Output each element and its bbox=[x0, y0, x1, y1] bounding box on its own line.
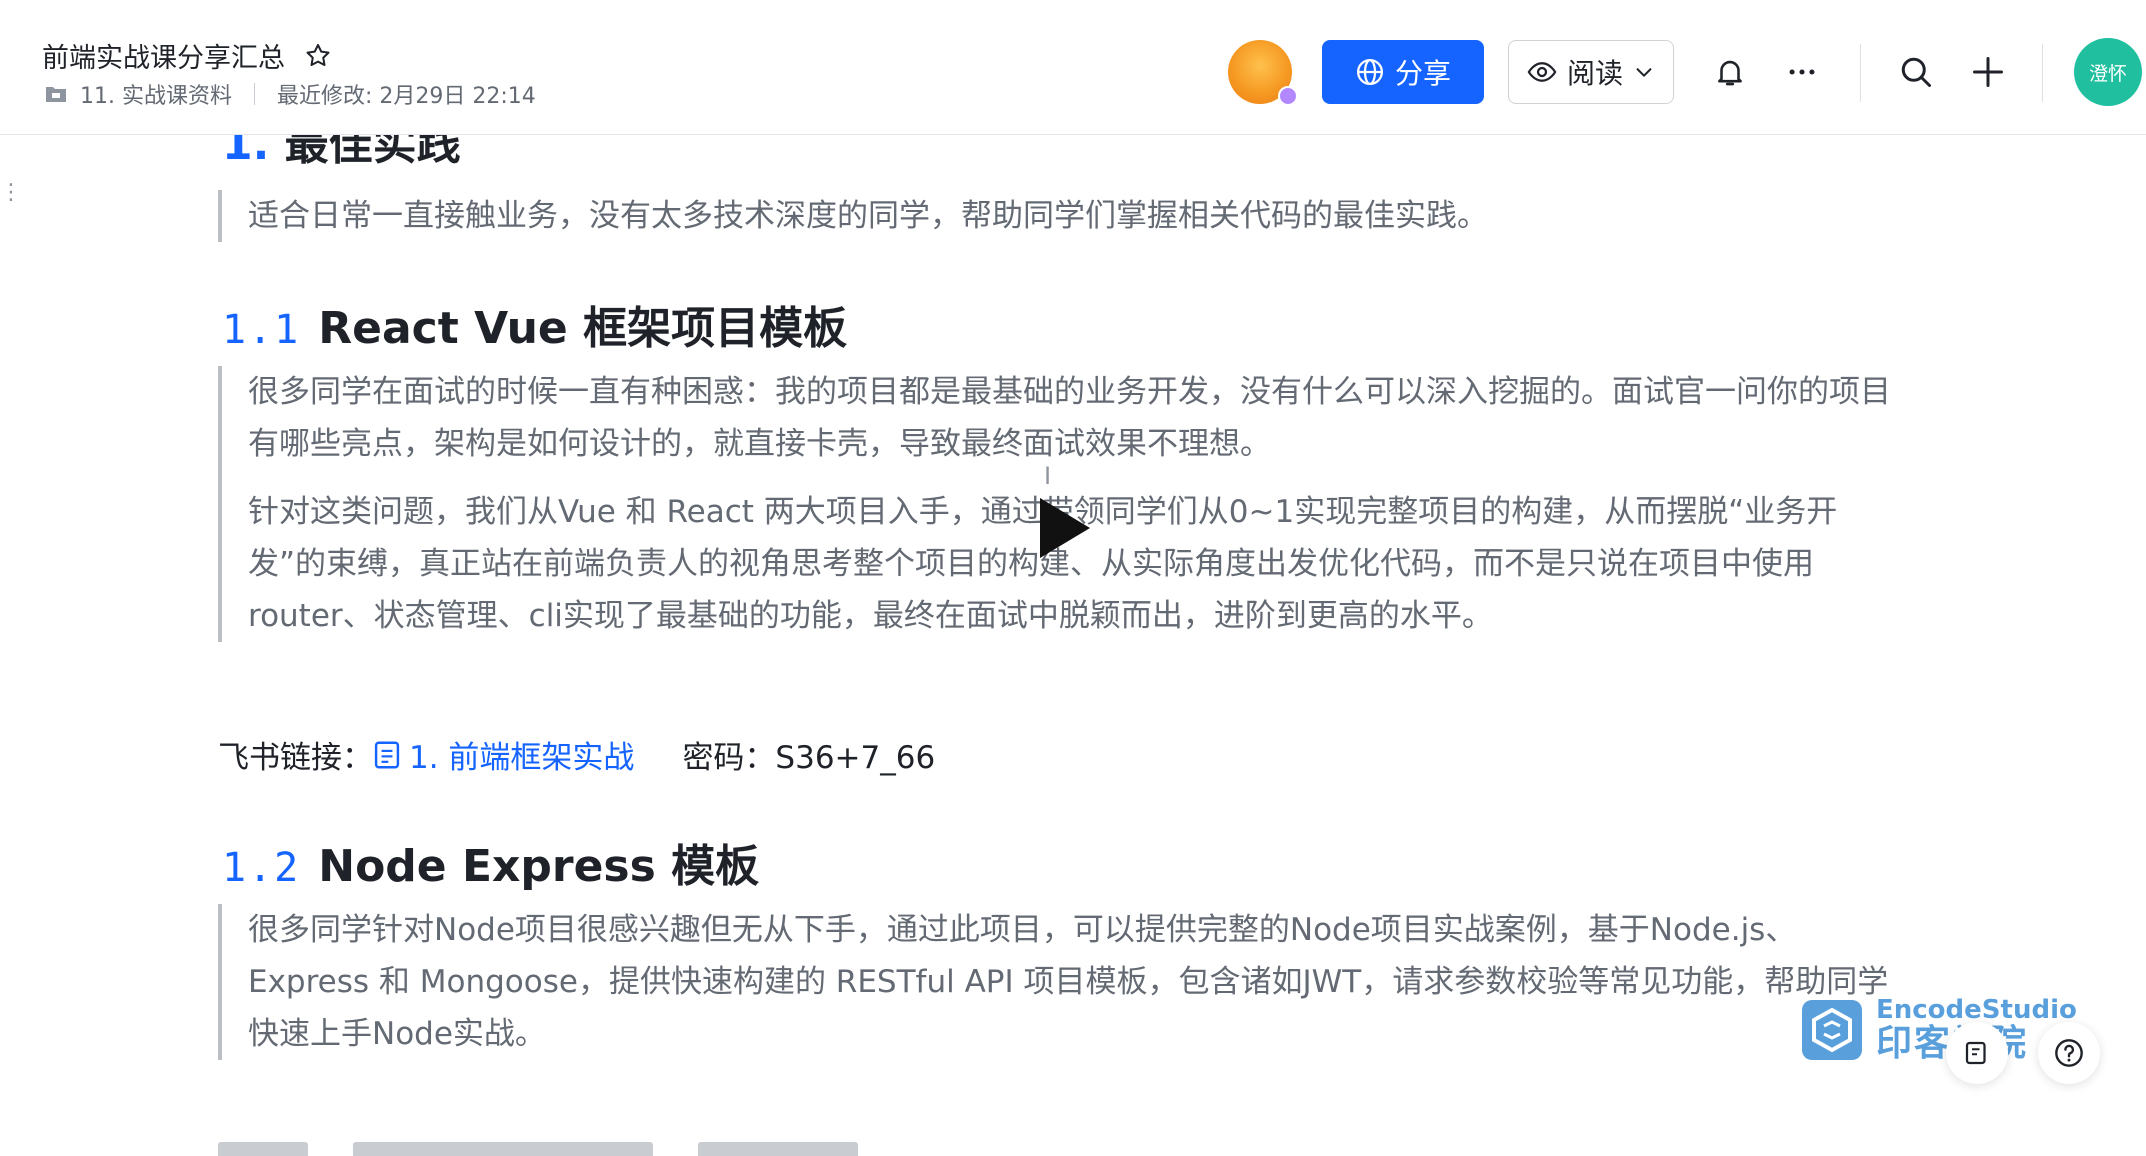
search-icon bbox=[1901, 57, 1931, 87]
heading-number: 1.1 bbox=[222, 307, 301, 353]
cut-off-link-row bbox=[218, 1142, 918, 1156]
quote-paragraph: 很多同学在面试的时候一直有种困惑：我的项目都是最基础的业务开发，没有什么可以深入… bbox=[248, 374, 1891, 462]
feishu-doc-link[interactable]: 1. 前端框架实战 bbox=[373, 732, 634, 777]
quote-paragraph: 很多同学针对Node项目很感兴趣但无从下手，通过此项目，可以提供完整的Node项… bbox=[248, 912, 1889, 1052]
online-status-dot bbox=[1278, 86, 1298, 106]
help-button[interactable] bbox=[2038, 1022, 2100, 1084]
text-cursor-icon: I bbox=[1044, 462, 1052, 490]
header-divider bbox=[1860, 44, 1861, 102]
folder-icon bbox=[46, 87, 66, 102]
text-fragment bbox=[698, 1142, 859, 1156]
folder-link[interactable]: 11. 实战课资料 bbox=[80, 78, 232, 110]
last-modified: 最近修改: 2月29日 22:14 bbox=[276, 84, 536, 109]
doc-content: 1. 最佳实践 适合日常一直接触业务，没有太多技术深度的同学，帮助同学们掌握相关… bbox=[0, 0, 2146, 1156]
watermark-line1: EncodeStudio bbox=[1876, 995, 2077, 1025]
watermark-logo-icon bbox=[1802, 1000, 1862, 1060]
password-text: 密码：S36+7_66 bbox=[682, 740, 936, 776]
play-icon[interactable] bbox=[1036, 496, 1092, 560]
heading-number: 1.2 bbox=[222, 845, 301, 891]
quote-block: 很多同学针对Node项目很感兴趣但无从下手，通过此项目，可以提供完整的Node项… bbox=[218, 904, 1908, 1060]
quote-block: 适合日常一直接触业务，没有太多技术深度的同学，帮助同学们掌握相关代码的最佳实践。 bbox=[218, 190, 1908, 242]
meta-divider bbox=[253, 83, 255, 105]
more-button[interactable] bbox=[1782, 52, 1822, 92]
text-fragment bbox=[353, 1142, 654, 1156]
watermark: EncodeStudio 印客学院 bbox=[1800, 996, 2077, 1064]
doc-icon bbox=[374, 741, 400, 768]
top-bar: 前端实战课分享汇总 11. 实战课资料 最近修改: 2月29日 22:14 分享… bbox=[0, 0, 2146, 135]
notification-button[interactable] bbox=[1710, 52, 1750, 92]
heading-text: React Vue 框架项目模板 bbox=[318, 303, 848, 354]
help-icon bbox=[2055, 1039, 2083, 1067]
heading-text: Node Express 模板 bbox=[318, 841, 760, 892]
user-avatar[interactable]: 澄怀 bbox=[2074, 38, 2142, 106]
star-icon[interactable] bbox=[303, 41, 333, 71]
read-mode-button[interactable]: 阅读 bbox=[1508, 40, 1674, 104]
share-label: 分享 bbox=[1394, 57, 1451, 90]
globe-icon bbox=[1356, 59, 1383, 85]
link-row: 飞书链接： 1. 前端框架实战 密码：S36+7_66 bbox=[218, 732, 935, 777]
doc-link-text: 1. 前端框架实战 bbox=[409, 740, 635, 776]
section-heading-1-1: 1.1 React Vue 框架项目模板 bbox=[222, 292, 847, 356]
link-prefix: 飞书链接： bbox=[218, 740, 373, 776]
search-button[interactable] bbox=[1896, 52, 1936, 92]
doc-title[interactable]: 前端实战课分享汇总 bbox=[42, 36, 285, 75]
feedback-button[interactable] bbox=[1946, 1022, 2008, 1084]
eye-icon bbox=[1527, 62, 1557, 82]
chevron-down-icon bbox=[1636, 68, 1652, 77]
section-heading-1-2: 1.2 Node Express 模板 bbox=[222, 830, 759, 894]
doc-meta: 11. 实战课资料 最近修改: 2月29日 22:14 bbox=[44, 78, 536, 110]
plus-icon bbox=[1973, 57, 2003, 87]
header-divider bbox=[2042, 44, 2043, 102]
quote-text: 适合日常一直接触业务，没有太多技术深度的同学，帮助同学们掌握相关代码的最佳实践。 bbox=[248, 198, 1488, 234]
create-button[interactable] bbox=[1968, 52, 2008, 92]
text-fragment bbox=[218, 1142, 308, 1156]
share-button[interactable]: 分享 bbox=[1322, 40, 1484, 104]
more-icon bbox=[1789, 69, 1815, 75]
feedback-icon bbox=[1965, 1041, 1986, 1065]
read-label: 阅读 bbox=[1566, 57, 1623, 90]
bell-icon bbox=[1718, 60, 1742, 86]
doc-title-row: 前端实战课分享汇总 bbox=[42, 36, 333, 75]
